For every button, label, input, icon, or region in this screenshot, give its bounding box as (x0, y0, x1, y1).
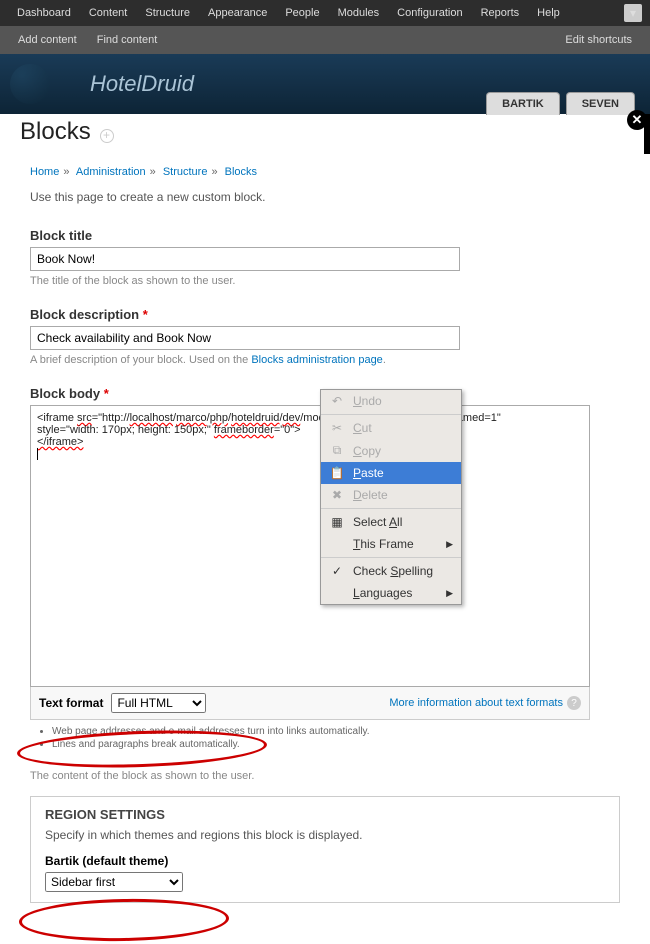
crumb-admin[interactable]: Administration (76, 166, 146, 178)
tab-bartik[interactable]: BARTIK (486, 92, 560, 115)
ctx-this-frame[interactable]: This Frame▶ (321, 533, 461, 555)
nav-reports[interactable]: Reports (472, 1, 529, 25)
region-bartik-select[interactable]: Sidebar first (45, 872, 183, 892)
block-title-help: The title of the block as shown to the u… (30, 275, 620, 287)
block-desc-input[interactable] (30, 326, 460, 350)
region-settings-help: Specify in which themes and regions this… (45, 828, 605, 842)
block-content-help: The content of the block as shown to the… (30, 770, 620, 782)
ctx-undo[interactable]: ↶Undo (321, 390, 461, 412)
nav-content[interactable]: Content (80, 1, 137, 25)
nav-modules[interactable]: Modules (329, 1, 389, 25)
text-format-label: Text format (39, 696, 103, 710)
tip-2: Lines and paragraphs break automatically… (52, 739, 620, 750)
site-name: HotelDruid (90, 71, 194, 97)
nav-people[interactable]: People (276, 1, 328, 25)
block-body-textarea[interactable]: <iframe src="http://localhost/marco/php/… (30, 405, 590, 687)
annotation-highlight-2 (19, 897, 230, 943)
ctx-paste[interactable]: 📋Paste (321, 462, 461, 484)
tab-seven[interactable]: SEVEN (566, 92, 635, 115)
nav-appearance[interactable]: Appearance (199, 1, 276, 25)
format-tips: Web page addresses and e-mail addresses … (30, 720, 620, 750)
more-format-info-link[interactable]: More information about text formats (389, 697, 563, 709)
admin-toolbar: Dashboard Content Structure Appearance P… (0, 0, 650, 26)
theme-bartik-label: Bartik (default theme) (45, 854, 605, 868)
text-format-row: Text format Full HTML More information a… (30, 687, 590, 720)
nav-help[interactable]: Help (528, 1, 569, 25)
blocks-admin-link[interactable]: Blocks administration page (251, 354, 382, 366)
add-content-link[interactable]: Add content (8, 28, 87, 52)
intro-text: Use this page to create a new custom blo… (30, 190, 620, 204)
breadcrumb: Home» Administration» Structure» Blocks (30, 166, 620, 178)
tip-1: Web page addresses and e-mail addresses … (52, 726, 620, 737)
find-content-link[interactable]: Find content (87, 28, 168, 52)
site-logo-icon (10, 64, 50, 104)
region-settings-legend: REGION SETTINGS (45, 807, 605, 822)
ctx-copy[interactable]: ⧉Copy (321, 439, 461, 462)
edit-shortcuts-link[interactable]: Edit shortcuts (555, 28, 642, 52)
nav-structure[interactable]: Structure (136, 1, 199, 25)
region-settings-fieldset: REGION SETTINGS Specify in which themes … (30, 796, 620, 903)
toolbar-dropdown-icon[interactable]: ▾ (624, 4, 642, 22)
nav-dashboard[interactable]: Dashboard (8, 1, 80, 25)
crumb-blocks[interactable]: Blocks (225, 166, 257, 178)
ctx-check-spelling[interactable]: ✓Check Spelling (321, 560, 461, 582)
block-desc-label: Block description * (30, 307, 620, 322)
crumb-structure[interactable]: Structure (163, 166, 208, 178)
ctx-cut[interactable]: ✂Cut (321, 417, 461, 439)
crumb-home[interactable]: Home (30, 166, 59, 178)
ctx-delete[interactable]: ✖Delete (321, 484, 461, 506)
text-format-select[interactable]: Full HTML (111, 693, 206, 713)
nav-configuration[interactable]: Configuration (388, 1, 471, 25)
block-title-input[interactable] (30, 247, 460, 271)
site-banner: HotelDruid BARTIK SEVEN (0, 54, 650, 114)
page-header: Blocks (0, 114, 644, 154)
help-icon[interactable]: ? (567, 696, 581, 710)
shortcut-bar: Add content Find content Edit shortcuts (0, 26, 650, 54)
page-settings-icon[interactable] (100, 129, 114, 143)
context-menu: ↶Undo ✂Cut ⧉Copy 📋Paste ✖Delete ▦Select … (320, 389, 462, 605)
ctx-select-all[interactable]: ▦Select All (321, 511, 461, 533)
block-title-label: Block title (30, 228, 620, 243)
ctx-languages[interactable]: Languages▶ (321, 582, 461, 604)
block-desc-help: A brief description of your block. Used … (30, 354, 620, 366)
overlay-close-icon[interactable]: ✕ (627, 110, 647, 130)
page-title: Blocks (20, 118, 91, 146)
